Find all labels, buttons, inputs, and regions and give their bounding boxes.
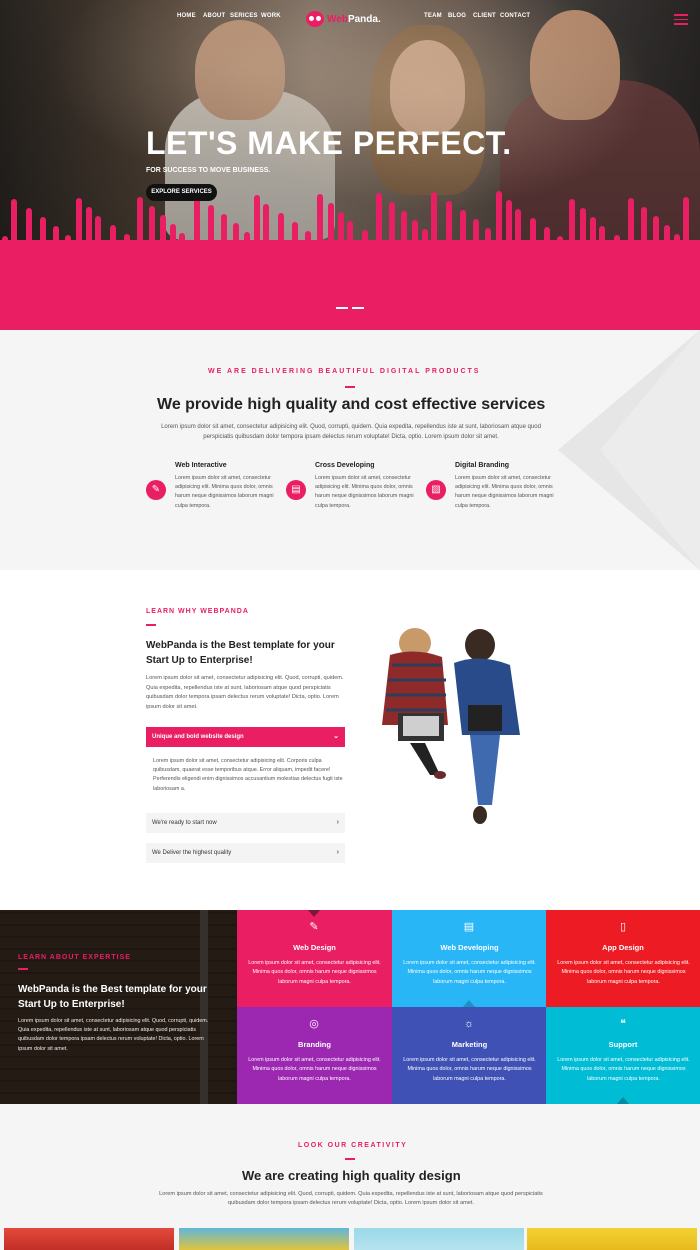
brand-logo[interactable]: WebPanda. <box>306 10 381 28</box>
service-text: Lorem ipsum dolor sit amet, consectetur … <box>455 475 554 509</box>
eyebrow-divider <box>18 968 28 970</box>
accordion-header-active[interactable]: Unique and bold website design ⌄ <box>146 727 345 747</box>
explore-services-button[interactable]: EXPLORE SERVICES <box>146 184 217 201</box>
hero-section: HOME ABOUT SERICES WORK WebPanda. TEAM B… <box>0 0 700 330</box>
brick-wall-background: LEARN ABOUT EXPERTISE WebPanda is the Be… <box>0 910 237 1104</box>
tile-title: Web Design <box>293 943 336 952</box>
panda-logo-icon <box>306 11 324 27</box>
chevron-down-icon: ⌄ <box>333 733 339 740</box>
eyebrow-divider <box>345 386 355 388</box>
service-title: Digital Branding <box>455 462 510 469</box>
nav-link-blog[interactable]: BLOG <box>448 13 466 19</box>
chat-bubbles-icon: ❝ <box>620 1018 626 1030</box>
accordion-title: Unique and bold website design <box>152 734 244 740</box>
creativity-section: LOOK OUR CREATIVITY We are creating high… <box>0 1104 700 1250</box>
accordion-header[interactable]: We Deliver the highest quality › <box>146 843 345 863</box>
why-eyebrow: LEARN WHY WEBPANDA <box>146 608 249 615</box>
tile-notch <box>463 1000 475 1007</box>
tile-text: Lorem ipsum dolor sit amet, consectetur … <box>557 1057 690 1082</box>
service-title: Web Interactive <box>175 462 227 469</box>
creativity-paragraph: Lorem ipsum dolor sit amet, consectetur … <box>159 1191 543 1207</box>
expertise-tile-branding[interactable]: ◎ Branding Lorem ipsum dolor sit amet, c… <box>237 1007 392 1104</box>
expertise-title: WebPanda is the Best template for your S… <box>18 984 207 1010</box>
portfolio-thumbnail[interactable] <box>527 1228 697 1250</box>
nav-link-team[interactable]: TEAM <box>424 13 442 19</box>
eyebrow-divider <box>146 624 156 626</box>
creativity-eyebrow: LOOK OUR CREATIVITY <box>298 1142 408 1149</box>
service-text: Lorem ipsum dolor sit amet, consectetur … <box>315 475 414 509</box>
tile-title: Marketing <box>451 1040 488 1049</box>
top-navigation: HOME ABOUT SERICES WORK WebPanda. TEAM B… <box>0 8 700 30</box>
service-text: Lorem ipsum dolor sit amet, consectetur … <box>175 475 274 509</box>
tile-title: Web Developing <box>440 943 499 952</box>
creativity-heading: We are creating high quality design <box>242 1168 461 1183</box>
service-title: Cross Developing <box>315 462 375 469</box>
tile-title: Support <box>608 1040 638 1049</box>
background-triangle <box>600 330 700 570</box>
expertise-paragraph: Lorem ipsum dolor sit amet, consectetur … <box>18 1018 209 1052</box>
expertise-tile-web-developing[interactable]: ▤ Web Developing Lorem ipsum dolor sit a… <box>392 910 547 1007</box>
tile-notch <box>308 910 320 917</box>
nav-link-about[interactable]: ABOUT <box>203 13 225 19</box>
why-paragraph: Lorem ipsum dolor sit amet, consectetur … <box>146 675 344 710</box>
why-section: LEARN WHY WEBPANDA WebPanda is the Best … <box>0 570 700 910</box>
pencil-ruler-icon: ✎ <box>146 480 166 500</box>
eyebrow-divider <box>345 1158 355 1160</box>
accordion-title: We Deliver the highest quality <box>152 850 232 856</box>
logo-text: WebPanda. <box>327 13 381 25</box>
portfolio-thumbnail[interactable] <box>179 1228 349 1250</box>
slider-dot[interactable] <box>336 307 348 309</box>
accordion-title: We're ready to start now <box>152 820 217 826</box>
target-icon: ◎ <box>309 1018 319 1030</box>
slider-pagination <box>336 307 364 309</box>
accordion-body: Lorem ipsum dolor sit amet, consectetur … <box>153 758 343 792</box>
tile-text: Lorem ipsum dolor sit amet, consectetur … <box>403 960 536 985</box>
tile-text: Lorem ipsum dolor sit amet, consectetur … <box>403 1057 536 1082</box>
chevron-right-icon: › <box>336 819 339 826</box>
expertise-tile-marketing[interactable]: ☼ Marketing Lorem ipsum dolor sit amet, … <box>392 1007 547 1104</box>
tile-text: Lorem ipsum dolor sit amet, consectetur … <box>248 1057 381 1082</box>
browser-window-icon: ▤ <box>463 921 475 933</box>
pencil-icon: ✎ <box>309 921 319 933</box>
expertise-tile-app-design[interactable]: ▯ App Design Lorem ipsum dolor sit amet,… <box>546 910 700 1007</box>
lightbulb-icon: ☼ <box>463 1018 475 1030</box>
tile-title: App Design <box>602 943 644 952</box>
tile-text: Lorem ipsum dolor sit amet, consectetur … <box>248 960 381 985</box>
tile-text: Lorem ipsum dolor sit amet, consectetur … <box>557 960 690 985</box>
hero-title: LET'S MAKE PERFECT. <box>146 125 512 161</box>
nav-link-client[interactable]: CLIENT <box>473 13 496 19</box>
mobile-tablet-icon: ▯ <box>619 921 627 933</box>
nav-link-services[interactable]: SERICES <box>230 13 258 19</box>
expertise-section: LEARN ABOUT EXPERTISE WebPanda is the Be… <box>0 910 700 1104</box>
expertise-tile-web-design[interactable]: ✎ Web Design Lorem ipsum dolor sit amet,… <box>237 910 392 1007</box>
presentation-chart-icon: ▧ <box>426 480 446 500</box>
services-heading: We provide high quality and cost effecti… <box>157 396 546 413</box>
tile-title: Branding <box>298 1040 331 1049</box>
expertise-eyebrow: LEARN ABOUT EXPERTISE <box>18 954 131 961</box>
expertise-tile-support[interactable]: ❝ Support Lorem ipsum dolor sit amet, co… <box>546 1007 700 1104</box>
tile-notch <box>617 1097 629 1104</box>
nav-link-contact[interactable]: CONTACT <box>500 13 530 19</box>
nav-link-home[interactable]: HOME <box>177 13 196 19</box>
nav-link-work[interactable]: WORK <box>261 13 281 19</box>
hero-pink-band <box>0 240 700 330</box>
hamburger-menu-icon[interactable] <box>674 14 688 28</box>
why-title: WebPanda is the Best template for your S… <box>146 640 335 666</box>
people-with-laptops-illustration <box>382 628 520 824</box>
accordion-header[interactable]: We're ready to start now › <box>146 813 345 833</box>
portfolio-thumbnail[interactable] <box>354 1228 524 1250</box>
services-eyebrow: WE ARE DELIVERING BEAUTIFUL DIGITAL PROD… <box>208 368 481 375</box>
services-paragraph: Lorem ipsum dolor sit amet, consectetur … <box>161 424 541 440</box>
browser-window-icon: ▤ <box>286 480 306 500</box>
portfolio-thumbnail[interactable] <box>4 1228 174 1250</box>
chevron-right-icon: › <box>336 849 339 856</box>
hero-subtitle: FOR SUCCESS TO MOVE BUSINESS. <box>146 167 271 174</box>
services-section: WE ARE DELIVERING BEAUTIFUL DIGITAL PROD… <box>0 330 700 570</box>
slider-dot[interactable] <box>352 307 364 309</box>
